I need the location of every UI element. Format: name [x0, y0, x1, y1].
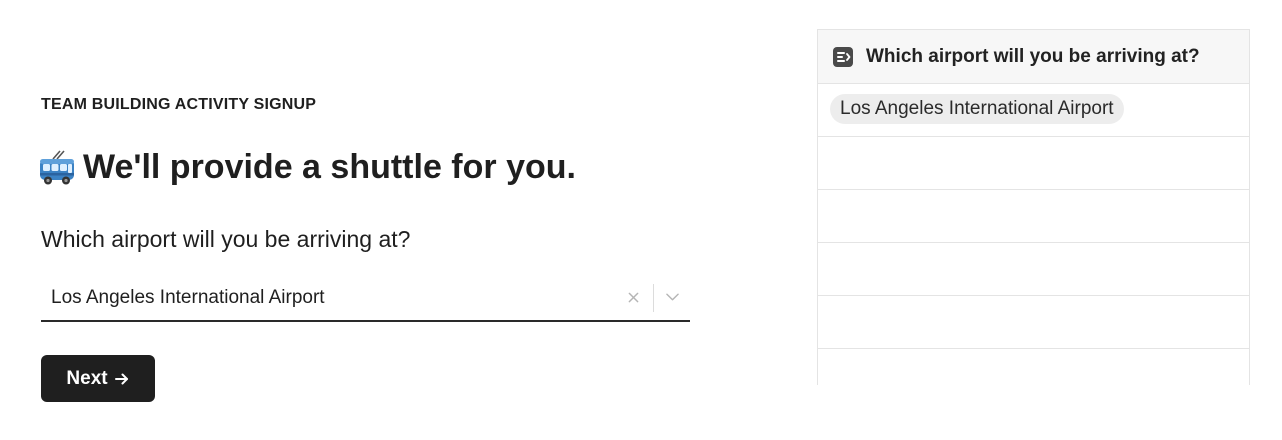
chevron-down-icon[interactable] [664, 288, 680, 306]
table-row[interactable] [818, 296, 1249, 349]
airport-select[interactable]: Los Angeles International Airport [41, 276, 690, 322]
form-eyebrow: TEAM BUILDING ACTIVITY SIGNUP [41, 96, 317, 113]
table-row[interactable]: Los Angeles International Airport [818, 84, 1249, 137]
table-column-header[interactable]: Which airport will you be arriving at? [818, 29, 1249, 84]
long-text-field-icon [832, 46, 854, 68]
next-button[interactable]: Next [41, 355, 155, 402]
airport-tag: Los Angeles International Airport [830, 94, 1124, 124]
close-icon[interactable] [624, 286, 642, 308]
arrow-right-icon [114, 371, 130, 387]
table-row[interactable] [818, 349, 1249, 385]
question-label: Which airport will you be arriving at? [41, 226, 411, 252]
table-header-label: Which airport will you be arriving at? [866, 45, 1200, 67]
page-title: We'll provide a shuttle for you. [39, 148, 576, 187]
table-row[interactable] [818, 190, 1249, 243]
table-row[interactable] [818, 243, 1249, 296]
heading-text: We'll provide a shuttle for you. [83, 148, 576, 186]
responses-table: Which airport will you be arriving at? L… [817, 29, 1250, 385]
next-button-label: Next [66, 367, 108, 389]
trolleybus-icon [39, 149, 75, 186]
select-divider [653, 284, 654, 312]
table-row[interactable] [818, 137, 1249, 190]
airport-select-value: Los Angeles International Airport [51, 287, 325, 308]
